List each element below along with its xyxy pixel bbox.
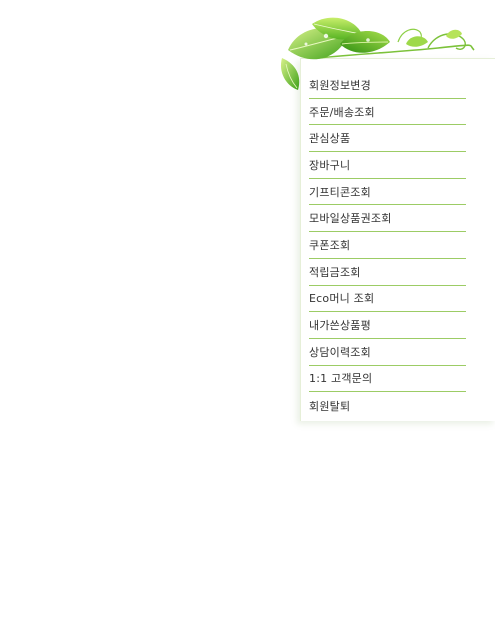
menu-item-label[interactable]: 적립금조회 — [309, 264, 361, 280]
menu-item-order-delivery[interactable]: 주문/배송조회 — [309, 99, 466, 126]
menu-item-my-reviews[interactable]: 내가쓴상품평 — [309, 312, 466, 339]
menu-item-label[interactable]: 관심상품 — [309, 130, 350, 146]
menu-item-label[interactable]: 내가쓴상품평 — [309, 317, 371, 333]
menu-item-label[interactable]: 기프티콘조회 — [309, 184, 371, 200]
menu-item-gifticon[interactable]: 기프티콘조회 — [309, 179, 466, 206]
menu-item-edit-member-info[interactable]: 회원정보변경 — [309, 72, 466, 99]
menu-item-label[interactable]: Eco머니 조회 — [309, 290, 374, 306]
menu-item-cart[interactable]: 장바구니 — [309, 152, 466, 179]
menu-item-label[interactable]: 쿠폰조회 — [309, 237, 350, 253]
page: 회원정보변경 주문/배송조회 관심상품 장바구니 기프티콘조회 모바일상품권조회… — [0, 0, 495, 623]
menu-item-coupons[interactable]: 쿠폰조회 — [309, 232, 466, 259]
menu-item-wishlist[interactable]: 관심상품 — [309, 125, 466, 153]
menu-item-points[interactable]: 적립금조회 — [309, 259, 466, 286]
menu-item-one-to-one-inquiry[interactable]: 1:1 고객문의 — [309, 366, 466, 393]
menu-item-label[interactable]: 회원탈퇴 — [309, 398, 350, 414]
menu-list: 회원정보변경 주문/배송조회 관심상품 장바구니 기프티콘조회 모바일상품권조회… — [309, 72, 466, 419]
menu-item-consultation-history[interactable]: 상담이력조회 — [309, 339, 466, 366]
menu-item-withdraw-membership[interactable]: 회원탈퇴 — [309, 392, 466, 419]
menu-item-label[interactable]: 장바구니 — [309, 157, 350, 173]
menu-item-label[interactable]: 상담이력조회 — [309, 344, 371, 360]
menu-item-eco-money[interactable]: Eco머니 조회 — [309, 286, 466, 313]
menu-item-label[interactable]: 모바일상품권조회 — [309, 210, 392, 226]
menu-item-label[interactable]: 1:1 고객문의 — [309, 370, 372, 386]
menu-item-mobile-voucher[interactable]: 모바일상품권조회 — [309, 205, 466, 233]
menu-item-label[interactable]: 주문/배송조회 — [309, 104, 375, 120]
menu-item-label[interactable]: 회원정보변경 — [309, 77, 371, 93]
